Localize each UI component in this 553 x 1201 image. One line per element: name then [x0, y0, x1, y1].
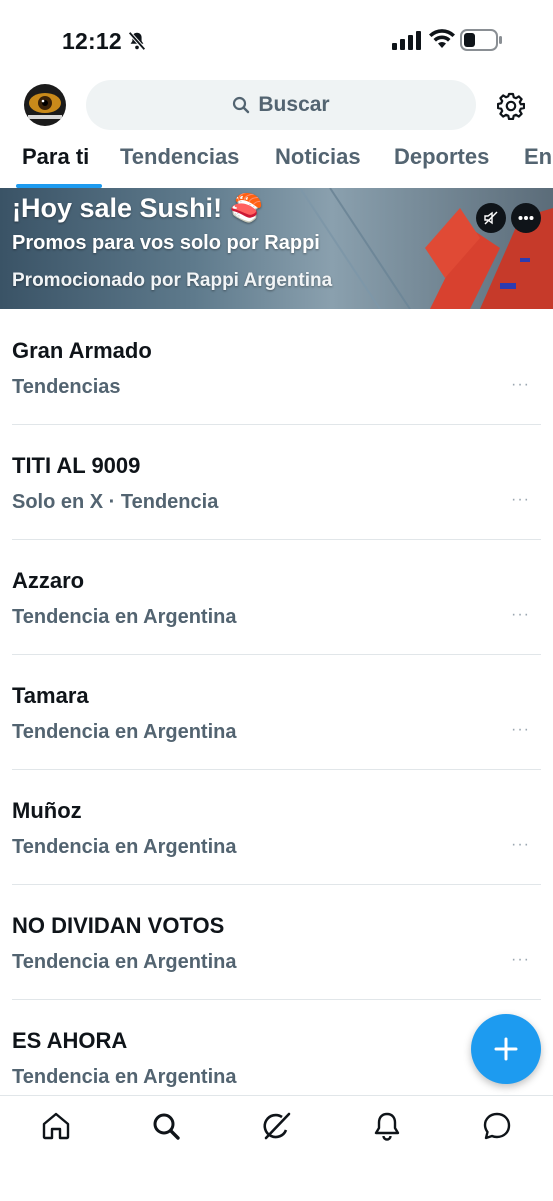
promo-subtitle: Promos para vos solo por Rappi — [12, 232, 320, 254]
tab-entretenimiento[interactable]: En — [524, 144, 552, 170]
avatar[interactable] — [24, 84, 66, 126]
plus-icon — [494, 1037, 518, 1061]
more-options-icon[interactable]: ··· — [511, 836, 530, 854]
more-options-icon[interactable]: ··· — [511, 491, 530, 509]
wifi-icon — [429, 29, 455, 48]
trend-meta: Tendencia en Argentina — [12, 606, 237, 628]
tab-noticias[interactable]: Noticias — [275, 144, 361, 170]
trend-meta: Tendencia en Argentina — [12, 1066, 237, 1088]
battery-icon — [460, 29, 502, 51]
search-placeholder: Buscar — [258, 93, 330, 116]
mute-button[interactable] — [476, 203, 506, 233]
tab-para-ti[interactable]: Para ti — [22, 144, 89, 170]
trend-title: TITI AL 9009 — [12, 453, 141, 478]
trend-title: NO DIVIDAN VOTOS — [12, 913, 225, 938]
more-dots-icon — [518, 216, 534, 220]
bottom-nav — [0, 1095, 553, 1201]
tab-tendencias[interactable]: Tendencias — [120, 144, 239, 170]
avatar-image — [24, 84, 66, 126]
status-bar: 12:12 — [0, 0, 553, 80]
more-options-icon[interactable]: ··· — [511, 721, 530, 739]
trend-meta: Tendencia en Argentina — [12, 836, 237, 858]
more-options-icon[interactable]: ··· — [511, 951, 530, 969]
home-icon[interactable] — [40, 1110, 72, 1142]
trend-title: Muñoz — [12, 798, 82, 823]
trend-title: Azzaro — [12, 568, 85, 593]
trend-meta: Tendencia en Argentina — [12, 951, 237, 973]
trend-meta: Solo en X · Tendencia — [12, 491, 219, 513]
trend-item[interactable]: Gran Armado Tendencias ··· — [0, 310, 553, 425]
trend-meta: Tendencias — [12, 376, 121, 398]
search-icon — [233, 96, 250, 114]
speaker-muted-icon — [484, 211, 498, 225]
trend-meta: Tendencia en Argentina — [12, 721, 237, 743]
search-icon[interactable] — [150, 1110, 182, 1142]
trend-item[interactable]: Tamara Tendencia en Argentina ··· — [0, 655, 553, 770]
promo-more-button[interactable] — [511, 203, 541, 233]
messages-icon[interactable] — [481, 1110, 513, 1142]
trend-item[interactable]: TITI AL 9009 Solo en X · Tendencia ··· — [0, 425, 553, 540]
trend-title: Tamara — [12, 683, 89, 708]
promo-banner[interactable]: ¡Hoy sale Sushi! 🍣 Promos para vos solo … — [0, 188, 553, 309]
trend-title: Gran Armado — [12, 338, 152, 363]
signal-icon — [392, 31, 421, 50]
search-bar[interactable]: Buscar — [86, 80, 476, 130]
more-options-icon[interactable]: ··· — [511, 376, 530, 394]
tab-bar: Para ti Tendencias Noticias Deportes En — [0, 136, 553, 188]
trend-item[interactable]: Muñoz Tendencia en Argentina ··· — [0, 770, 553, 885]
trend-item[interactable]: NO DIVIDAN VOTOS Tendencia en Argentina … — [0, 885, 553, 1000]
status-time: 12:12 — [62, 28, 122, 54]
trend-item[interactable]: Azzaro Tendencia en Argentina ··· — [0, 540, 553, 655]
tab-deportes[interactable]: Deportes — [394, 144, 489, 170]
trend-title: ES AHORA — [12, 1028, 128, 1053]
bell-off-icon — [128, 31, 146, 51]
promo-title: ¡Hoy sale Sushi! 🍣 — [12, 193, 264, 223]
promo-advertiser: Promocionado por Rappi Argentina — [12, 270, 333, 291]
bell-icon[interactable] — [371, 1110, 403, 1142]
grok-icon[interactable] — [261, 1110, 293, 1142]
gear-icon[interactable] — [497, 92, 525, 120]
more-options-icon[interactable]: ··· — [511, 606, 530, 624]
compose-button[interactable] — [471, 1014, 541, 1084]
